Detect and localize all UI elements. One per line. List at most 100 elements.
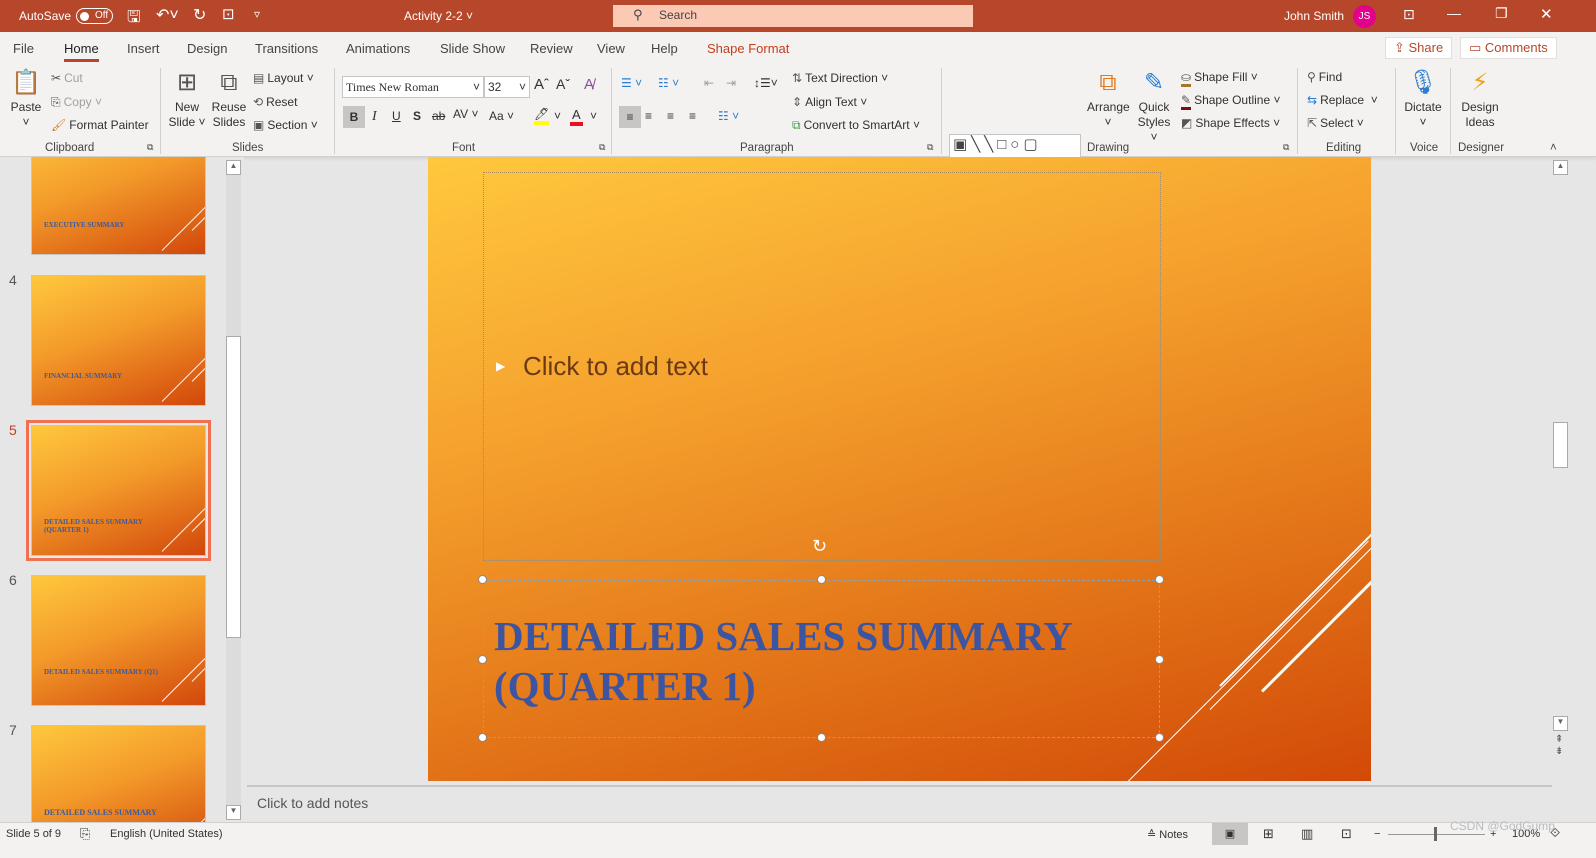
tab-design[interactable]: Design: [187, 41, 227, 56]
accessibility-icon[interactable]: ⎘: [80, 826, 90, 842]
customize-qat-icon[interactable]: ▿: [254, 7, 260, 21]
slide-scrollbar[interactable]: ▲ ▼ ⇞ ⇟: [1553, 160, 1568, 820]
resize-handle[interactable]: [478, 733, 487, 742]
slide-title[interactable]: DETAILED SALES SUMMARY (QUARTER 1): [494, 611, 1134, 711]
resize-handle[interactable]: [478, 655, 487, 664]
save-icon[interactable]: 🖫: [127, 6, 141, 33]
slide-thumbnail[interactable]: FINANCIAL SUMMARY: [31, 275, 206, 406]
find-button[interactable]: ⚲ Find: [1307, 70, 1342, 84]
font-grow-icon[interactable]: Aˆ: [534, 76, 549, 93]
slide-thumbnail[interactable]: EXECUTIVE SUMMARY: [31, 157, 206, 255]
scroll-up-icon[interactable]: ▲: [226, 160, 241, 175]
text-direction-button[interactable]: ⇅ Text Direction ˅: [792, 71, 888, 85]
share-button[interactable]: ⇪ Share: [1385, 37, 1453, 59]
document-title[interactable]: Activity 2-2 ˅: [404, 9, 473, 23]
resize-handle[interactable]: [817, 575, 826, 584]
close-icon[interactable]: ✕: [1540, 5, 1553, 23]
bullets-button[interactable]: ☰ ˅: [621, 76, 642, 90]
copy-button[interactable]: ⎘ Copy ˅: [51, 95, 102, 110]
avatar[interactable]: JS: [1353, 5, 1376, 28]
align-center-button[interactable]: ≡: [645, 109, 652, 123]
slide-thumbnail[interactable]: DETAILED SALES SUMMARY: [31, 725, 206, 822]
resize-handle[interactable]: [1155, 575, 1164, 584]
resize-handle[interactable]: [478, 575, 487, 584]
search-box[interactable]: ⚲ Search: [613, 5, 973, 27]
content-placeholder[interactable]: ▶ Click to add text: [483, 172, 1161, 561]
ribbon-display-icon[interactable]: ⊡: [1403, 6, 1415, 23]
thumbnail-scrollbar[interactable]: ▲ ▼: [226, 160, 241, 820]
resize-handle[interactable]: [1155, 733, 1164, 742]
slide-canvas[interactable]: ▶ Click to add text ↻ DETAILED SALES SUM…: [428, 157, 1371, 781]
change-case-button[interactable]: Aa ˅: [489, 109, 514, 123]
tab-view[interactable]: View: [597, 41, 625, 56]
resize-handle[interactable]: [817, 733, 826, 742]
dictate-button[interactable]: 🎙 Dictate ˅: [1402, 68, 1444, 130]
replace-button[interactable]: ⇆ Replace ˅: [1307, 93, 1378, 107]
shape-fill-button[interactable]: ⛀ Shape Fill ˅: [1181, 70, 1258, 87]
font-size-select[interactable]: 32 ˅: [484, 76, 530, 98]
section-button[interactable]: ▣ Section ˅: [253, 118, 318, 132]
slide-thumbnail-selected[interactable]: DETAILED SALES SUMMARY (QUARTER 1): [26, 420, 211, 561]
format-painter-button[interactable]: 🖌 Format Painter: [51, 118, 149, 132]
collapse-ribbon-icon[interactable]: ˄: [1550, 142, 1557, 154]
language-indicator[interactable]: English (United States): [110, 828, 223, 840]
numbering-button[interactable]: ☷ ˅: [658, 76, 679, 90]
decrease-indent-button[interactable]: ⇤: [704, 76, 714, 90]
convert-smartart-button[interactable]: ⧉ Convert to SmartArt ˅: [792, 118, 920, 133]
italic-button[interactable]: I: [372, 109, 377, 125]
clipboard-launcher-icon[interactable]: ⧉: [147, 142, 153, 153]
zoom-slider-thumb[interactable]: [1434, 827, 1437, 841]
redo-icon[interactable]: ↻: [193, 5, 206, 25]
autosave-toggle[interactable]: Off: [76, 8, 113, 24]
select-button[interactable]: ⇱ Select ˅: [1307, 116, 1364, 130]
font-family-select[interactable]: Times New Roman ˅: [342, 76, 484, 98]
quick-styles-button[interactable]: ✎ Quick Styles ˅: [1133, 68, 1175, 145]
new-slide-button[interactable]: ⊞ New Slide ˅: [166, 68, 208, 130]
resize-handle[interactable]: [1155, 655, 1164, 664]
tab-help[interactable]: Help: [651, 41, 678, 56]
notes-button[interactable]: ≙ Notes: [1147, 828, 1188, 841]
font-launcher-icon[interactable]: ⧉: [599, 142, 605, 153]
tab-animations[interactable]: Animations: [346, 41, 410, 56]
normal-view-icon[interactable]: ▣: [1212, 823, 1248, 845]
font-color-button[interactable]: A: [570, 107, 583, 126]
reading-view-icon[interactable]: ▥: [1301, 826, 1313, 842]
slide-sorter-icon[interactable]: ⊞: [1263, 826, 1274, 842]
underline-button[interactable]: U: [392, 109, 401, 123]
paste-button[interactable]: 📋 Paste ˅: [8, 68, 44, 130]
shadow-button[interactable]: S: [413, 109, 421, 123]
drawing-launcher-icon[interactable]: ⧉: [1283, 142, 1289, 153]
character-spacing-button[interactable]: AV ˅: [453, 107, 478, 121]
rotate-handle-icon[interactable]: ↻: [812, 536, 827, 557]
tab-shape-format[interactable]: Shape Format: [707, 41, 789, 56]
zoom-out-icon[interactable]: −: [1374, 828, 1380, 840]
layout-button[interactable]: ▤ Layout ˅: [253, 71, 314, 85]
arrange-button[interactable]: ⧉ Arrange ˅: [1087, 68, 1130, 130]
reuse-slides-button[interactable]: ⧉ Reuse Slides: [210, 68, 248, 130]
scroll-down-icon[interactable]: ▼: [226, 805, 241, 820]
justify-button[interactable]: ≡: [689, 109, 696, 123]
font-shrink-icon[interactable]: Aˇ: [556, 76, 570, 92]
scroll-down-icon[interactable]: ▼: [1553, 716, 1568, 731]
slideshow-icon[interactable]: ⊡: [1341, 826, 1352, 842]
paragraph-launcher-icon[interactable]: ⧉: [927, 142, 933, 153]
align-right-button[interactable]: ≡: [667, 109, 674, 123]
clear-formatting-icon[interactable]: A̸: [584, 76, 594, 93]
cut-button[interactable]: ✂ Cut: [51, 71, 83, 85]
undo-icon[interactable]: ↶˅: [156, 5, 179, 25]
title-placeholder[interactable]: DETAILED SALES SUMMARY (QUARTER 1): [483, 580, 1160, 738]
bold-button[interactable]: B: [343, 106, 365, 128]
scroll-thumb[interactable]: [226, 336, 241, 638]
tab-file[interactable]: File: [13, 41, 34, 56]
design-ideas-button[interactable]: ⚡ Design Ideas: [1456, 68, 1504, 130]
fit-to-window-icon[interactable]: ⟐: [1550, 825, 1560, 841]
tab-slide-show[interactable]: Slide Show: [440, 41, 505, 56]
minimize-icon[interactable]: —: [1447, 5, 1461, 21]
columns-button[interactable]: ☷ ˅: [718, 109, 739, 123]
notes-pane[interactable]: Click to add notes: [247, 785, 1552, 822]
line-spacing-button[interactable]: ↕☰˅: [754, 76, 778, 90]
tab-review[interactable]: Review: [530, 41, 573, 56]
tab-transitions[interactable]: Transitions: [255, 41, 318, 56]
scroll-up-icon[interactable]: ▲: [1553, 160, 1568, 175]
strikethrough-button[interactable]: ab: [432, 109, 445, 123]
